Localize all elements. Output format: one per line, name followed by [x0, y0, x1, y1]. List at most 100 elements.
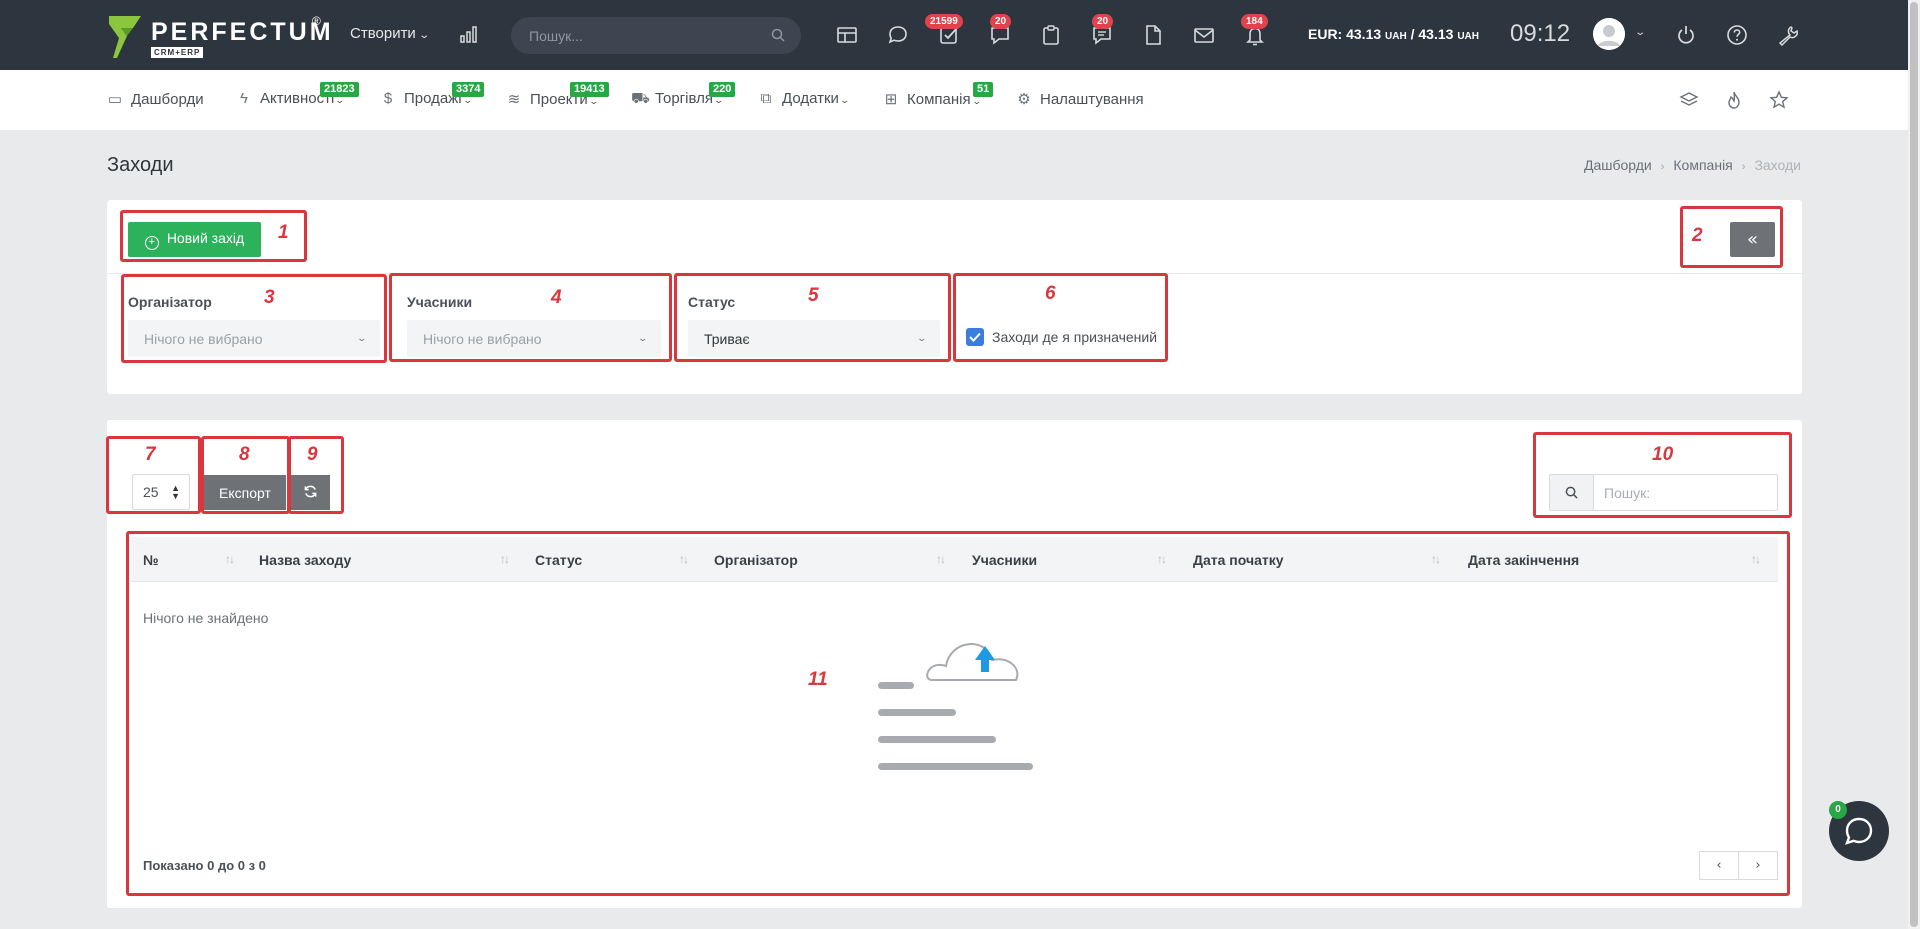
layers-icon[interactable] — [1679, 90, 1699, 110]
assigned-checkbox[interactable] — [966, 328, 984, 346]
column-header-organizer[interactable]: Організатор — [714, 552, 798, 568]
nav-item-label: Компанія — [907, 91, 971, 108]
table-header: № ↑↓ Назва заходу ↑↓ Статус ↑↓ Організат… — [131, 537, 1778, 582]
chevron-down-icon[interactable]: ⌄ — [1634, 27, 1646, 38]
nav-item-label: Торгівля — [655, 90, 713, 107]
new-event-button[interactable]: + Новий захід — [128, 222, 261, 257]
table-search — [1549, 474, 1778, 511]
global-search-input[interactable] — [529, 26, 759, 46]
fire-icon[interactable] — [1724, 90, 1744, 110]
wrench-icon[interactable] — [1777, 24, 1799, 47]
participants-select[interactable]: Нічого не вибрано ⌄ — [407, 320, 661, 357]
top-bar: PERFECTUM ® CRM+ERP Створити⌄ 21599 20 2… — [0, 0, 1908, 70]
chat-badge: 0 — [1829, 801, 1847, 819]
sort-icon[interactable]: ↑↓ — [679, 552, 689, 566]
divider — [107, 273, 1802, 274]
table-search-input[interactable] — [1604, 484, 1764, 502]
calendar-table-icon[interactable] — [836, 24, 858, 46]
next-page-button[interactable]: › — [1738, 851, 1778, 880]
messages-badge: 20 — [1092, 14, 1114, 29]
nav-item-company[interactable]: ⊞ Компанія⌄ 51 — [883, 82, 994, 108]
clipboard-icon[interactable] — [1040, 24, 1062, 46]
user-avatar-icon — [1593, 18, 1625, 50]
help-icon[interactable] — [1726, 24, 1748, 46]
clock: 09:12 — [1510, 20, 1571, 47]
new-event-label: Новий захід — [166, 229, 245, 246]
bar-chart-icon[interactable] — [460, 25, 480, 43]
nav-item-projects[interactable]: ≋ Проекти⌄ 19413 — [506, 82, 609, 108]
nav-item-settings[interactable]: ⚙ Налаштування — [1016, 90, 1143, 108]
logo-mark-icon — [109, 16, 141, 58]
currency-separator: / 43.13 — [1406, 26, 1458, 42]
organizer-select[interactable]: Нічого не вибрано ⌄ — [128, 320, 380, 357]
nav-item-addons[interactable]: ⧉ Додатки⌄ — [758, 90, 850, 107]
chevron-down-icon: ⌄ — [637, 333, 649, 343]
comments-icon[interactable]: 20 — [989, 14, 1012, 46]
logo[interactable]: PERFECTUM ® CRM+ERP — [107, 14, 331, 60]
comments-badge: 20 — [990, 14, 1012, 29]
chevron-right-icon: › — [1660, 161, 1665, 173]
assigned-checkbox-label[interactable]: Заходи де я призначений — [992, 329, 1157, 345]
sort-icon[interactable]: ↑↓ — [225, 552, 235, 566]
column-header-start-date[interactable]: Дата початку — [1193, 552, 1284, 568]
dollar-icon: $ — [383, 90, 393, 107]
chat-bubble-icon[interactable] — [887, 24, 909, 46]
global-search — [511, 17, 801, 54]
layers-icon: ≋ — [507, 91, 521, 108]
tasks-checkbox-icon[interactable]: 21599 — [925, 14, 963, 46]
page-size-value: 25 — [143, 484, 159, 500]
cloud-upload-icon — [878, 643, 1033, 770]
chevron-down-icon: ⌄ — [588, 96, 599, 106]
create-menu-button[interactable]: Створити ⌄ — [350, 25, 430, 42]
nav-item-dashboards[interactable]: ▭ Дашборди — [107, 90, 204, 108]
sort-icon[interactable]: ↑↓ — [1157, 552, 1167, 566]
refresh-icon — [304, 485, 316, 497]
search-addon — [1550, 475, 1594, 510]
nav-item-activities[interactable]: ϟ Активності⌄ 21823 — [236, 82, 359, 107]
column-header-status[interactable]: Статус — [535, 552, 582, 568]
column-header-end-date[interactable]: Дата закінчення — [1468, 552, 1579, 568]
status-select[interactable]: Триває ⌄ — [688, 320, 940, 357]
sort-icon[interactable]: ↑↓ — [1751, 552, 1761, 566]
empty-state-text: Нічого не знайдено — [143, 610, 269, 626]
sort-icon[interactable]: ↑↓ — [1431, 552, 1441, 566]
filter-panel — [107, 200, 1802, 394]
bell-icon[interactable]: 184 — [1241, 14, 1268, 46]
power-icon[interactable] — [1675, 24, 1697, 46]
breadcrumb-link[interactable]: Компанія — [1673, 157, 1732, 173]
chevron-down-icon: ⌄ — [916, 333, 928, 343]
sort-icon[interactable]: ↑↓ — [500, 552, 510, 566]
refresh-button[interactable] — [290, 475, 330, 510]
column-header-number[interactable]: № — [143, 552, 159, 568]
search-icon[interactable] — [771, 28, 785, 42]
mail-icon[interactable] — [1193, 24, 1215, 46]
chevron-down-icon: ⌄ — [418, 30, 430, 41]
document-icon[interactable] — [1142, 24, 1164, 46]
lightning-icon: ϟ — [240, 90, 248, 107]
avatar[interactable] — [1593, 18, 1625, 50]
messages-icon[interactable]: 20 — [1091, 14, 1114, 46]
sort-icon[interactable]: ↑↓ — [936, 552, 946, 566]
prev-page-button[interactable]: ‹ — [1699, 851, 1739, 880]
participants-value: Нічого не вибрано — [423, 331, 542, 347]
nav-item-trade[interactable]: ⛟ Торгівля⌄ 220 — [631, 82, 736, 109]
column-header-participants[interactable]: Учасники — [972, 552, 1037, 568]
collapse-filters-button[interactable]: « — [1730, 222, 1775, 257]
page-scrollbar-thumb[interactable] — [1910, 2, 1918, 927]
sort-arrows-icon: ▲ ▼ — [171, 483, 180, 501]
currency-label: EUR: 43.13 — [1308, 26, 1382, 42]
sales-badge: 3374 — [452, 82, 485, 97]
chevron-down-icon: ⌄ — [971, 96, 982, 106]
breadcrumb-link[interactable]: Дашборди — [1584, 157, 1652, 173]
briefcase-icon: ⊞ — [884, 91, 898, 108]
page-size-select[interactable]: 25 ▲ ▼ — [132, 474, 190, 510]
column-header-name[interactable]: Назва заходу — [259, 552, 351, 568]
export-button[interactable]: Експорт — [204, 475, 286, 510]
cart-icon: ⛟ — [631, 90, 650, 107]
currency-unit: UAH — [1457, 31, 1479, 42]
nav-item-sales[interactable]: $ Продажі⌄ 3374 — [380, 82, 485, 107]
table-summary: Показано 0 до 0 з 0 — [143, 858, 266, 873]
gear-icon: ⚙ — [1017, 91, 1031, 108]
star-icon[interactable] — [1769, 90, 1789, 110]
notifications-badge: 184 — [1241, 14, 1268, 29]
